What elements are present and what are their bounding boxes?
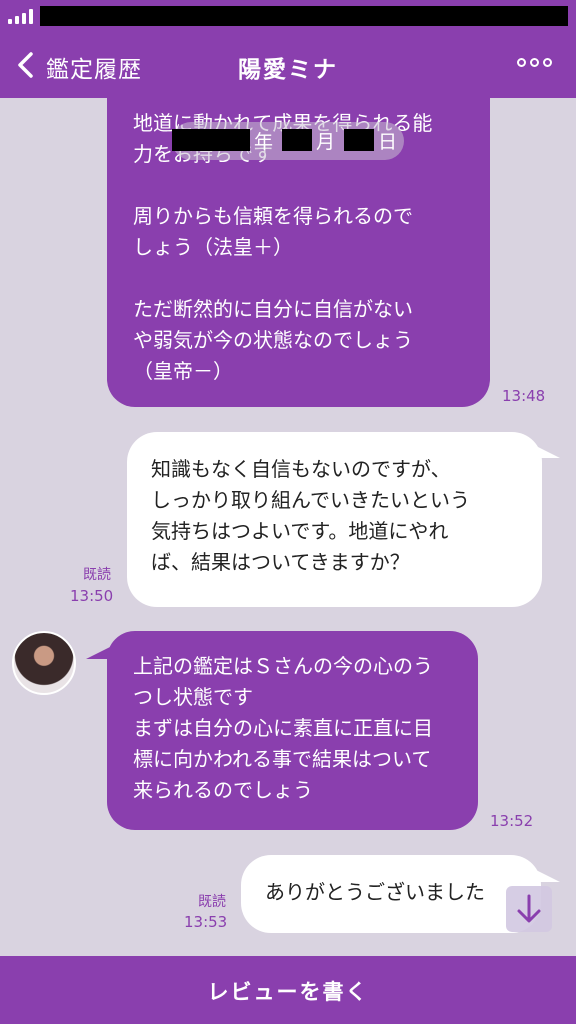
- read-receipt: 既読: [198, 894, 226, 910]
- avatar[interactable]: [12, 631, 76, 695]
- chat-header: 鑑定履歴 陽愛ミナ: [0, 34, 576, 98]
- footer-bar: レビューを書く: [0, 956, 576, 1024]
- scroll-to-bottom-button[interactable]: [506, 886, 552, 932]
- message-bubble-outgoing: 知識もなく自信もないのですが、 しっかり取り組んでいきたいという 気持ちはつよい…: [127, 432, 542, 607]
- write-review-button[interactable]: レビューを書く: [0, 976, 576, 1006]
- bubble-tail: [528, 866, 560, 882]
- arrow-down-icon: [517, 894, 541, 923]
- status-bar: [0, 0, 576, 34]
- bubble-tail: [528, 442, 560, 458]
- message-time: 13:50: [70, 587, 114, 605]
- more-options-icon[interactable]: [517, 58, 552, 67]
- redacted-status-area: [40, 6, 568, 26]
- date-month-suffix: 月: [316, 131, 336, 153]
- redacted-month: [282, 129, 312, 151]
- bubble-tail: [86, 643, 118, 659]
- message-bubble-outgoing: ありがとうございました: [241, 855, 541, 933]
- message-time: 13:52: [490, 812, 534, 830]
- date-year-suffix: 年: [254, 131, 274, 153]
- message-bubble-incoming: 上記の鑑定はＳさんの今の心のう つし状態です まずは自分の心に素直に正直に目 標…: [107, 631, 478, 830]
- message-time: 13:48: [502, 387, 546, 405]
- chat-area[interactable]: 地道に動かれて成果を得られる能 力をお持ちです 周りからも信頼を得られるので し…: [0, 98, 576, 956]
- signal-icon: [8, 8, 33, 24]
- date-day-suffix: 日: [378, 131, 398, 153]
- read-receipt: 既読: [83, 567, 111, 583]
- date-separator: 年 月 日: [172, 122, 404, 160]
- redacted-year: [172, 129, 250, 151]
- page-title: 陽愛ミナ: [238, 57, 338, 83]
- redacted-day: [344, 129, 374, 151]
- message-time: 13:53: [184, 913, 228, 931]
